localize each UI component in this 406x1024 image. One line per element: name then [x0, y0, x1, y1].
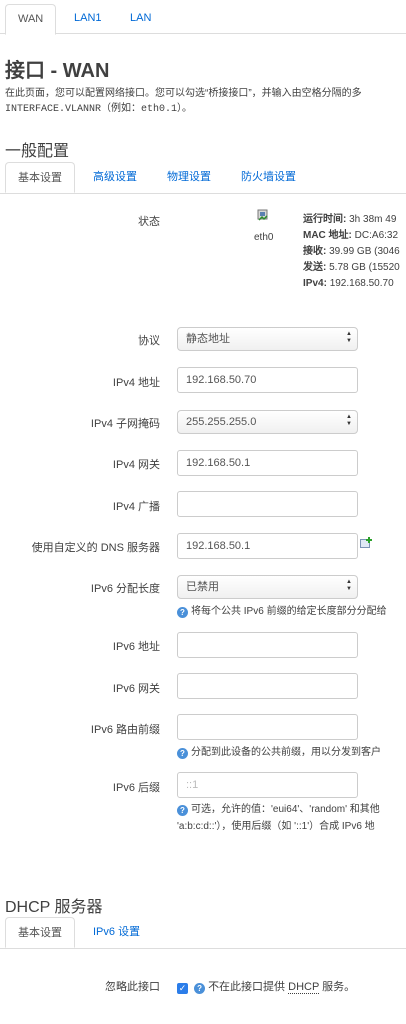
- description-text: （例如：: [101, 103, 142, 114]
- tx-value: 5.78 GB (15520: [329, 262, 400, 273]
- uptime-value: 3h 38m 49: [349, 214, 397, 225]
- help-icon: ?: [177, 607, 188, 618]
- ipv4-gateway-input[interactable]: 192.168.50.1: [177, 450, 358, 476]
- mac-value: DC:A6:32: [354, 230, 399, 241]
- section-title-general: 一般配置: [5, 143, 70, 160]
- ipv4-label: IPv4:: [303, 278, 327, 289]
- ipv6-suffix-label: IPv6 后缀: [112, 782, 160, 794]
- help-icon: ?: [194, 983, 206, 994]
- tab-advanced-settings[interactable]: 高级设置: [93, 162, 137, 192]
- page-description: 在此页面，您可以配置网络接口。您可以勾选“桥接接口”，并输入由空格分隔的多: [5, 88, 362, 99]
- ipv6-assign-value: 已禁用: [186, 581, 219, 593]
- ipv4-address-input[interactable]: 192.168.50.70: [177, 367, 358, 393]
- description-end: ）。: [177, 103, 193, 114]
- mac-label: MAC 地址:: [303, 230, 352, 241]
- ipv4-netmask-label: IPv4 子网掩码: [90, 418, 160, 430]
- protocol-value: 静态地址: [186, 333, 230, 345]
- ipv6-prefix-input[interactable]: [177, 714, 358, 740]
- ignore-help-pre: 不在此接口提供: [208, 981, 286, 993]
- help-icon: ?: [177, 748, 188, 759]
- tx-label: 发送:: [303, 262, 327, 273]
- ignore-help-dhcp: DHCP: [288, 981, 320, 994]
- status-device: eth0: [254, 232, 274, 243]
- general-tabs: 基本设置 高级设置 物理设置 防火墙设置: [0, 162, 406, 194]
- ipv6-assign-label: IPv6 分配长度: [90, 583, 160, 595]
- ipv6-suffix-help-text: 可选，允许的值：'eui64'、'random' 和其他: [191, 804, 380, 815]
- ipv6-suffix-help: ? 可选，允许的值：'eui64'、'random' 和其他: [177, 800, 380, 816]
- ipv4-value: 192.168.50.70: [329, 278, 394, 289]
- page-description-line2: INTERFACE.VLANNR（例如：eth0.1）。: [5, 99, 192, 115]
- section-title-dhcp: DHCP 服务器: [5, 899, 103, 916]
- tab-firewall-settings[interactable]: 防火墙设置: [241, 162, 296, 192]
- uptime-label: 运行时间:: [303, 214, 347, 225]
- dhcp-tabs: 基本设置 IPv6 设置: [0, 917, 406, 949]
- ipv6-address-label: IPv6 地址: [112, 641, 160, 653]
- help-icon: ?: [177, 805, 188, 816]
- interface-tabs: WAN LAN1 LAN: [0, 0, 406, 35]
- ipv6-suffix-help-line2: 'a:b:c:d::'），使用后缀（如 '::1'）合成 IPv6 地: [177, 821, 375, 832]
- ipv4-address-label: IPv4 地址: [112, 377, 160, 389]
- ignore-help-post: 服务。: [322, 981, 356, 993]
- ipv6-assign-help-text: 将每个公共 IPv6 前缀的给定长度部分分配给: [191, 606, 387, 617]
- ipv6-gateway-input[interactable]: [177, 673, 358, 699]
- tab-lan1[interactable]: LAN1: [62, 4, 114, 34]
- dns-label: 使用自定义的 DNS 服务器: [31, 542, 160, 554]
- protocol-label: 协议: [138, 335, 160, 347]
- ipv6-gateway-label: IPv6 网关: [112, 683, 160, 695]
- ipv6-prefix-help: ? 分配到此设备的公共前缀，用以分发到客户: [177, 743, 381, 759]
- tab-basic-settings[interactable]: 基本设置: [5, 162, 75, 193]
- select-arrows-icon: ▲ ▼: [346, 579, 352, 592]
- tab-wan[interactable]: WAN: [5, 4, 57, 35]
- tab-dhcp-basic[interactable]: 基本设置: [5, 917, 75, 948]
- select-arrows-icon: ▲ ▼: [346, 414, 352, 427]
- ipv6-assign-help: ? 将每个公共 IPv6 前缀的给定长度部分分配给: [177, 602, 387, 618]
- ipv6-assign-select[interactable]: 已禁用 ▲ ▼: [177, 575, 358, 599]
- tab-dhcp-ipv6[interactable]: IPv6 设置: [93, 917, 140, 947]
- page-title: 接口 - WAN: [5, 60, 110, 82]
- ipv4-broadcast-input[interactable]: [177, 491, 358, 517]
- ipv4-gateway-label: IPv4 网关: [112, 459, 160, 471]
- ethernet-port-icon: [255, 209, 275, 223]
- ipv6-prefix-label: IPv6 路由前缀: [90, 724, 160, 736]
- ipv4-netmask-value: 255.255.255.0: [186, 416, 257, 428]
- dns-input[interactable]: 192.168.50.1: [177, 533, 358, 559]
- ipv6-suffix-input[interactable]: ::1: [177, 772, 358, 798]
- status-label: 状态: [138, 216, 160, 228]
- ignore-interface-checkbox[interactable]: ✓: [177, 983, 188, 994]
- tab-physical-settings[interactable]: 物理设置: [167, 162, 211, 192]
- ignore-interface-row: ✓ ? 不在此接口提供 DHCP 服务。: [177, 978, 355, 994]
- add-dns-icon[interactable]: [360, 537, 372, 549]
- protocol-select[interactable]: 静态地址 ▲ ▼: [177, 327, 358, 351]
- description-example: eth0.1: [141, 104, 178, 115]
- select-arrows-icon: ▲ ▼: [346, 331, 352, 344]
- tab-lan[interactable]: LAN: [118, 4, 163, 34]
- rx-label: 接收:: [303, 246, 327, 257]
- ipv4-netmask-select[interactable]: 255.255.255.0 ▲ ▼: [177, 410, 358, 434]
- rx-value: 39.99 GB (3046: [329, 246, 400, 257]
- ipv4-broadcast-label: IPv4 广播: [112, 501, 160, 513]
- description-code: INTERFACE.VLANNR: [5, 104, 102, 115]
- ignore-interface-label: 忽略此接口: [105, 981, 160, 993]
- ipv6-prefix-help-text: 分配到此设备的公共前缀，用以分发到客户: [191, 747, 381, 758]
- status-details: 运行时间: 3h 38m 49 MAC 地址: DC:A6:32 接收: 39.…: [303, 212, 400, 292]
- ipv6-address-input[interactable]: [177, 632, 358, 658]
